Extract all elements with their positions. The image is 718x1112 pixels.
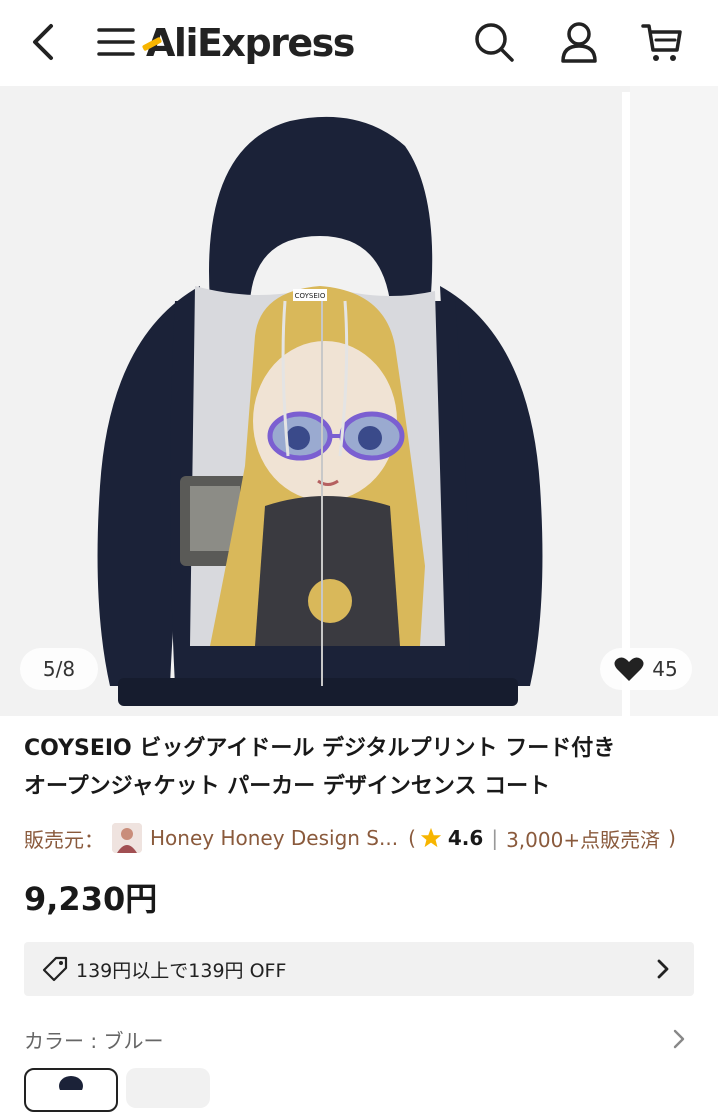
seller-rating: 4.6 (447, 826, 484, 850)
user-icon (561, 22, 597, 63)
wishlist-count: 45 (652, 657, 678, 681)
seller-row[interactable]: 販売元： Honey Honey Design S... ( 4.6 | 3,0… (24, 820, 718, 856)
tag-icon (42, 956, 68, 982)
seller-sold-count: 3,000+点販売済 (506, 827, 661, 852)
image-counter: 5/8 (20, 648, 98, 690)
account-button[interactable] (555, 18, 603, 66)
search-icon (475, 23, 514, 62)
chevron-right-icon (672, 1028, 686, 1055)
product-title-line1: COYSEIO ビッグアイドール デジタルプリント フード付き (24, 736, 616, 761)
menu-button[interactable] (92, 18, 140, 66)
back-button[interactable] (20, 18, 68, 66)
heart-icon (614, 657, 644, 681)
color-label: カラー : ブルー (24, 1028, 164, 1053)
product-image-gallery[interactable]: COYSEIO 5/8 45 (0, 86, 718, 716)
color-selector-row[interactable]: カラー : ブルー (24, 1022, 694, 1056)
search-button[interactable] (470, 18, 518, 66)
product-image-hoodie[interactable]: COYSEIO (0, 86, 622, 716)
logo-text: liExpress (173, 21, 355, 65)
aliexpress-logo[interactable]: AliExpress (146, 19, 355, 67)
chevron-right-icon (656, 958, 670, 985)
seller-name-link[interactable]: Honey Honey Design S... (150, 826, 398, 850)
menu-icon (97, 28, 135, 56)
gallery-separator (622, 92, 630, 716)
image-brand-tag: COYSEIO (295, 292, 326, 300)
product-price: 9,230円 (24, 880, 158, 918)
cart-button[interactable] (638, 18, 686, 66)
seller-avatar (112, 823, 142, 853)
color-swatch-selected[interactable] (24, 1068, 118, 1112)
back-icon (33, 24, 53, 60)
star-icon (420, 827, 441, 848)
color-swatch[interactable] (126, 1068, 210, 1108)
next-image-preview[interactable] (630, 86, 718, 716)
coupon-banner[interactable]: 139円以上で139円 OFF (24, 942, 694, 996)
coupon-text: 139円以上で139円 OFF (76, 959, 287, 982)
seller-label: 販売元： (24, 827, 104, 852)
image-counter-text: 5/8 (42, 657, 76, 681)
seller-divider: | (491, 826, 499, 850)
cart-icon (641, 24, 682, 61)
seller-paren-close: ) (668, 826, 676, 850)
seller-paren-open: ( (408, 826, 416, 850)
product-title-line2: オープンジャケット パーカー デザインセンス コート (24, 774, 551, 799)
product-title: COYSEIO ビッグアイドール デジタルプリント フード付き オープンジャケッ… (24, 730, 704, 806)
wishlist-button[interactable]: 45 (600, 648, 692, 690)
top-header: AliExpress (0, 0, 718, 86)
